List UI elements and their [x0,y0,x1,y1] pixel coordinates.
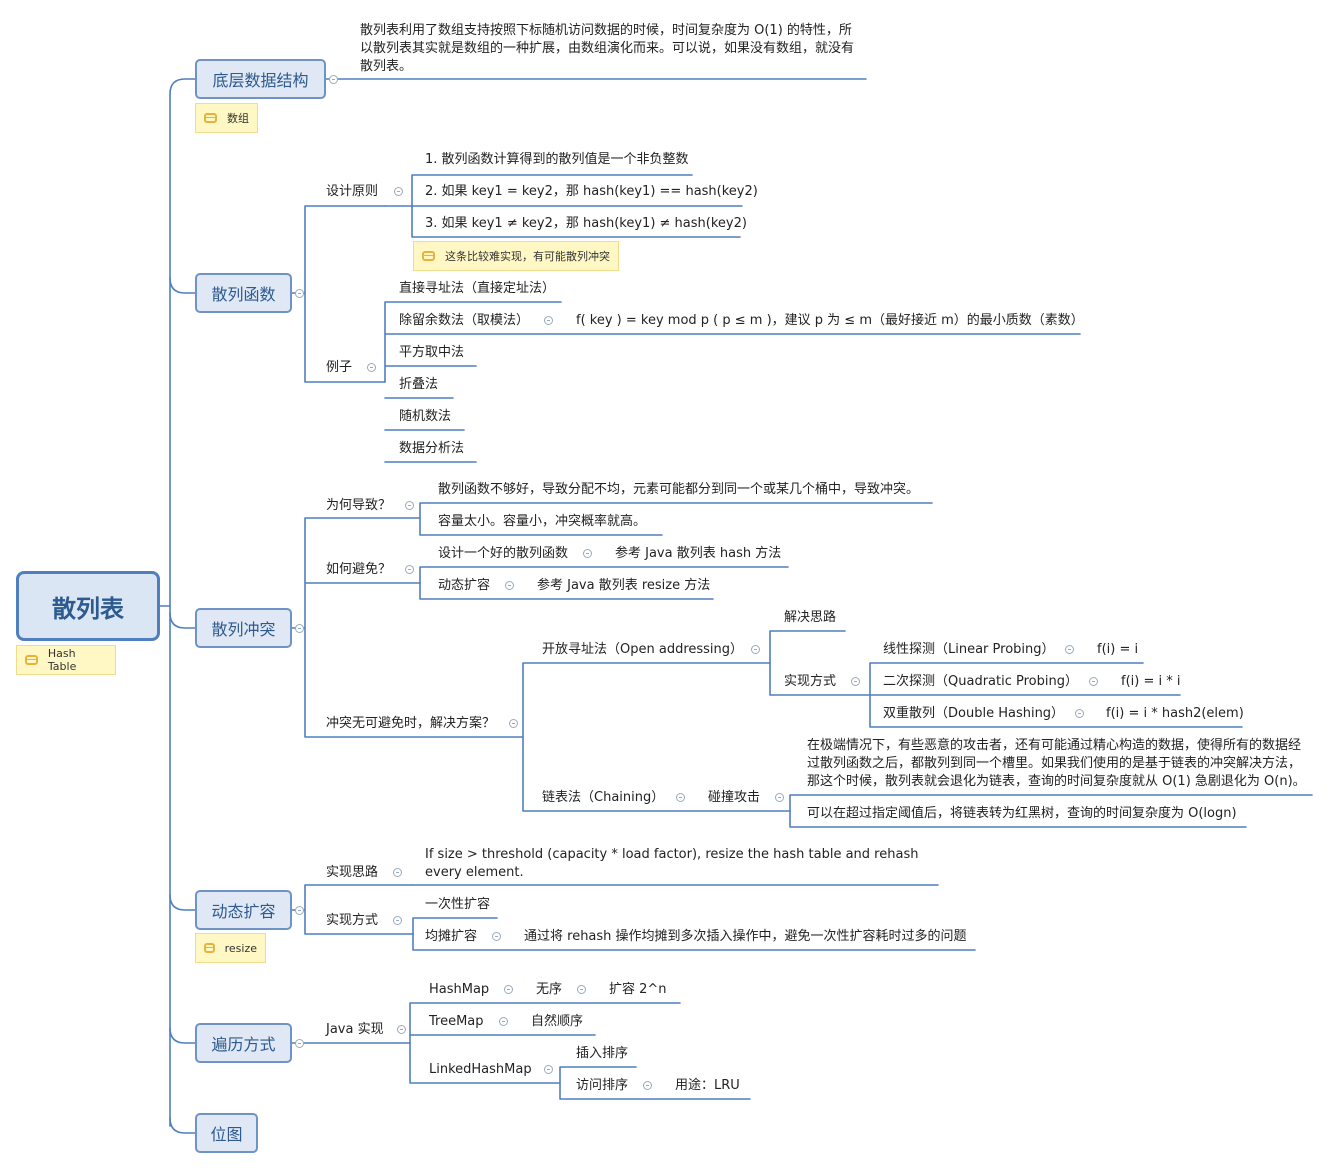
note-icon [422,251,435,261]
how-avoid[interactable]: 如何避免？ [326,561,391,579]
collapse-icon[interactable] [1075,709,1084,718]
collapse-icon[interactable] [1089,677,1098,686]
collapse-icon[interactable] [499,1017,508,1026]
collapse-icon[interactable] [393,916,402,925]
resize-idea-text[interactable]: If size > threshold (capacity * load fac… [425,846,930,882]
examples[interactable]: 例子 [326,359,352,377]
avoid-resize-ref[interactable]: 参考 Java 散列表 resize 方法 [537,577,710,595]
principle-1[interactable]: 1. 散列函数计算得到的散列值是一个非负整数 [425,151,689,169]
collapse-icon[interactable] [295,1039,304,1048]
treemap-natural-order[interactable]: 自然顺序 [531,1013,583,1031]
treemap[interactable]: TreeMap [429,1013,484,1031]
collapse-icon[interactable] [643,1081,652,1090]
collapse-icon[interactable] [544,316,553,325]
principle-3-note-text: 这条比较难实现，有可能散列冲突 [445,250,610,263]
topic-dynamic-resize[interactable]: 动态扩容 [195,890,292,930]
example-division[interactable]: 除留余数法（取模法） [399,312,529,330]
collapse-icon[interactable] [405,501,414,510]
avoid-resize[interactable]: 动态扩容 [438,577,490,595]
collapse-icon[interactable] [577,985,586,994]
linkedhashmap-insert-order[interactable]: 插入排序 [576,1045,628,1063]
collapse-icon[interactable] [775,793,784,802]
collapse-icon[interactable] [851,677,860,686]
resize-note[interactable]: resize [195,933,266,963]
linear-probing-formula[interactable]: f(i) = i [1097,641,1138,659]
resize-once[interactable]: 一次性扩容 [425,896,490,914]
topic-hash-function[interactable]: 散列函数 [195,273,292,313]
collapse-icon[interactable] [504,985,513,994]
collapse-icon[interactable] [393,868,402,877]
topic-traversal[interactable]: 遍历方式 [195,1023,292,1063]
collapse-icon[interactable] [394,187,403,196]
collapse-icon[interactable] [295,906,304,915]
principle-3[interactable]: 3. 如果 key1 ≠ key2，那 hash(key1) ≠ hash(ke… [425,215,747,233]
collapse-icon[interactable] [751,645,760,654]
hashmap[interactable]: HashMap [429,981,489,999]
design-principles[interactable]: 设计原则 [326,183,378,201]
collapse-icon[interactable] [405,565,414,574]
hashmap-resize[interactable]: 扩容 2^n [609,981,667,999]
example-data-analysis[interactable]: 数据分析法 [399,440,464,458]
linkedhashmap-access-order[interactable]: 访问排序 [576,1077,628,1095]
hashmap-unordered[interactable]: 无序 [536,981,562,999]
avoid-good-hash[interactable]: 设计一个好的散列函数 [438,545,568,563]
resize-impl[interactable]: 实现方式 [326,912,378,930]
topic-hash-collision[interactable]: 散列冲突 [195,608,292,648]
chaining[interactable]: 链表法（Chaining） [542,789,664,807]
underlying-desc: 散列表利用了数组支持按照下标随机访问数据的时候，时间复杂度为 O(1) 的特性，… [360,23,855,74]
open-addressing[interactable]: 开放寻址法（Open addressing） [542,641,743,659]
resize-idea[interactable]: 实现思路 [326,864,378,882]
root-topic[interactable]: 散列表 [16,571,160,641]
collision-attack-desc[interactable]: 在极端情况下，有些恶意的攻击者，还有可能通过精心构造的数据，使得所有的数据经过散… [807,737,1307,791]
root-note[interactable]: Hash Table [16,645,116,675]
note-icon [25,655,38,665]
linear-probing[interactable]: 线性探测（Linear Probing） [883,641,1055,659]
example-folding[interactable]: 折叠法 [399,376,438,394]
underlying-note[interactable]: 数组 [195,103,258,133]
collapse-icon[interactable] [544,1065,553,1074]
quadratic-probing[interactable]: 二次探测（Quadratic Probing） [883,673,1078,691]
linkedhashmap-lru[interactable]: 用途：LRU [675,1077,740,1095]
why-collision[interactable]: 为何导致？ [326,497,391,515]
example-direct-address[interactable]: 直接寻址法（直接定址法） [399,280,555,298]
collision-attack-fix[interactable]: 可以在超过指定阈值后，将链表转为红黑树，查询的时间复杂度为 O(logn) [807,805,1237,823]
resize-note-text: resize [224,941,257,955]
double-hashing[interactable]: 双重散列（Double Hashing） [883,705,1064,723]
solution[interactable]: 冲突无可避免时，解决方案？ [326,715,495,733]
java-impl[interactable]: Java 实现 [326,1021,384,1039]
collapse-icon[interactable] [329,75,338,84]
collapse-icon[interactable] [1065,645,1074,654]
collision-attack[interactable]: 碰撞攻击 [708,789,760,807]
example-random[interactable]: 随机数法 [399,408,451,426]
resize-amortized[interactable]: 均摊扩容 [425,928,477,946]
avoid-good-hash-ref[interactable]: 参考 Java 散列表 hash 方法 [615,545,781,563]
quadratic-probing-formula[interactable]: f(i) = i * i [1121,673,1180,691]
collapse-icon[interactable] [295,289,304,298]
topic-underlying-structure[interactable]: 底层数据结构 [195,59,326,99]
collapse-icon[interactable] [583,549,592,558]
note-icon [204,113,217,123]
underlying-note-text: 数组 [227,112,249,125]
resize-amortized-detail[interactable]: 通过将 rehash 操作均摊到多次插入操作中，避免一次性扩容耗时过多的问题 [524,928,967,946]
collapse-icon[interactable] [509,719,518,728]
why-reason-2[interactable]: 容量太小。容量小，冲突概率就高。 [438,513,646,531]
collapse-icon[interactable] [505,581,514,590]
collapse-icon[interactable] [397,1025,406,1034]
topic-bitmap[interactable]: 位图 [195,1113,258,1153]
linkedhashmap[interactable]: LinkedHashMap [429,1061,532,1079]
collapse-icon[interactable] [367,363,376,372]
open-idea[interactable]: 解决思路 [784,609,836,627]
collapse-icon[interactable] [492,932,501,941]
root-note-text: Hash Table [47,647,77,673]
principle-2[interactable]: 2. 如果 key1 = key2，那 hash(key1) == hash(k… [425,183,758,201]
principle-3-note[interactable]: 这条比较难实现，有可能散列冲突 [413,241,619,271]
double-hashing-formula[interactable]: f(i) = i * hash2(elem) [1106,705,1244,723]
example-division-detail[interactable]: f( key ) = key mod p ( p ≤ m )，建议 p 为 ≤ … [576,312,1084,330]
note-icon [204,943,215,953]
open-impl[interactable]: 实现方式 [784,673,836,691]
collapse-icon[interactable] [676,793,685,802]
example-mid-square[interactable]: 平方取中法 [399,344,464,362]
collapse-icon[interactable] [295,624,304,633]
why-reason-1[interactable]: 散列函数不够好，导致分配不均，元素可能都分到同一个或某几个桶中，导致冲突。 [438,481,919,499]
